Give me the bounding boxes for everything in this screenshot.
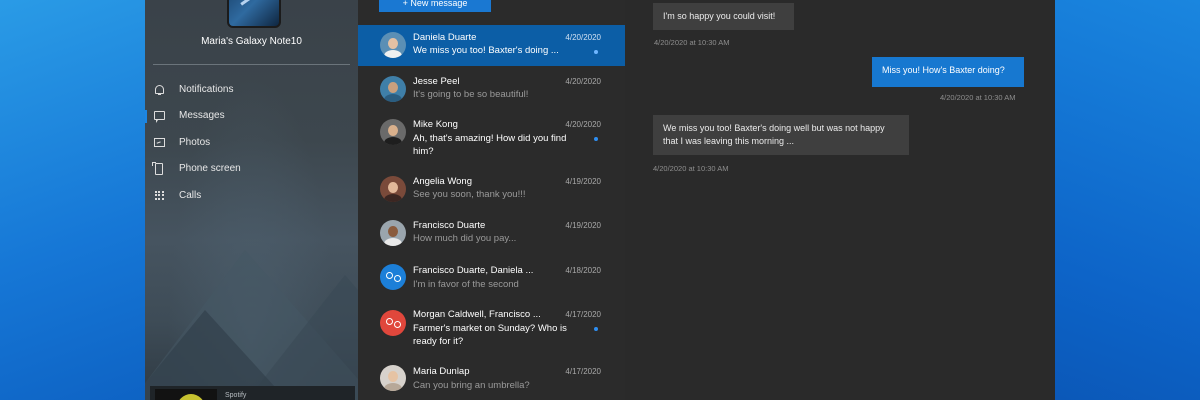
sidebar-item-label: Calls	[179, 189, 202, 201]
conversation-name: Morgan Caldwell, Francisco ...	[413, 309, 541, 320]
conversation-preview: Ah, that's amazing! How did you find him…	[413, 133, 567, 157]
conversation-date: 4/18/2020	[565, 266, 601, 275]
group-icon	[380, 310, 406, 336]
sidebar-item-messages[interactable]: Messages	[145, 103, 358, 130]
message-icon	[153, 110, 165, 124]
conversation-item[interactable]: Mike Kong 4/20/2020 Ah, that's amazing! …	[358, 113, 625, 163]
divider	[153, 64, 350, 65]
conversation-date: 4/20/2020	[565, 77, 601, 86]
avatar	[380, 76, 406, 102]
conversation-name: Angelia Wong	[413, 176, 472, 187]
conversation-item[interactable]: Francisco Duarte, Daniela ... 4/18/2020 …	[358, 259, 625, 299]
conversation-date: 4/17/2020	[565, 310, 601, 319]
conversation-item[interactable]: Daniela Duarte 4/20/2020 We miss you too…	[358, 25, 625, 66]
conversation-preview: See you soon, thank you!!!	[413, 189, 526, 200]
sidebar-item-label: Phone screen	[179, 163, 241, 175]
group-icon	[380, 264, 406, 290]
conversation-date: 4/20/2020	[565, 120, 601, 129]
unread-indicator	[594, 137, 598, 141]
conversation-item[interactable]: Maria Dunlap 4/17/2020 Can you bring an …	[358, 360, 625, 400]
unread-indicator	[594, 50, 598, 54]
photo-icon	[153, 136, 165, 148]
message-bubble-incoming: I'm so happy you could visit!	[653, 3, 794, 30]
conversation-name: Mike Kong	[413, 119, 458, 130]
dialpad-icon	[153, 189, 165, 201]
message-timestamp: 4/20/2020 at 10:30 AM	[654, 38, 730, 47]
desktop-background-left	[0, 0, 145, 400]
conversation-date: 4/19/2020	[565, 221, 601, 230]
desktop-background-right	[1055, 0, 1200, 400]
conversation-date: 4/17/2020	[565, 367, 601, 376]
conversation-preview: I'm in favor of the second	[413, 279, 519, 290]
conversation-list-panel: + New message Daniela Duarte 4/20/2020 W…	[358, 0, 625, 400]
sidebar-item-label: Notifications	[179, 83, 234, 95]
device-name: Maria's Galaxy Note10	[201, 36, 302, 47]
message-timestamp: 4/20/2020 at 10:30 AM	[653, 164, 729, 173]
group-avatar	[380, 264, 406, 290]
now-playing-app-label: Spotify	[225, 392, 247, 399]
sidebar-item-calls[interactable]: Calls	[145, 182, 358, 209]
conversation-date: 4/20/2020	[565, 33, 601, 42]
message-bubble-outgoing: Miss you! How's Baxter doing?	[872, 57, 1024, 87]
sidebar-item-photos[interactable]: Photos	[145, 129, 358, 156]
phone-screen-icon	[152, 161, 165, 175]
sidebar-item-notifications[interactable]: Notifications	[145, 76, 358, 103]
avatar	[380, 365, 406, 391]
conversation-preview: It's going to be so beautiful!	[413, 89, 529, 100]
conversation-preview: We miss you too! Baxter's doing ...	[413, 45, 559, 56]
conversation-preview: How much did you pay...	[413, 233, 517, 244]
conversation-name: Jesse Peel	[413, 76, 460, 87]
avatar	[380, 119, 406, 145]
avatar	[380, 32, 406, 58]
conversation-item[interactable]: Angelia Wong 4/19/2020 See you soon, tha…	[358, 170, 625, 210]
conversation-name: Daniela Duarte	[413, 32, 477, 43]
group-avatar	[380, 310, 406, 336]
conversation-name: Francisco Duarte, Daniela ...	[413, 265, 534, 276]
conversation-preview: Can you bring an umbrella?	[413, 380, 530, 391]
conversation-date: 4/19/2020	[565, 177, 601, 186]
conversation-item[interactable]: Francisco Duarte 4/19/2020 How much did …	[358, 214, 625, 254]
sidebar-item-label: Photos	[179, 136, 211, 148]
new-message-button[interactable]: + New message	[379, 0, 491, 12]
sidebar-item-label: Messages	[179, 110, 225, 122]
device-thumbnail-image	[227, 0, 281, 28]
avatar	[380, 176, 406, 202]
conversation-name: Francisco Duarte	[413, 220, 486, 231]
conversation-item[interactable]: Jesse Peel 4/20/2020 It's going to be so…	[358, 70, 625, 110]
avatar	[380, 220, 406, 246]
conversation-item[interactable]: Morgan Caldwell, Francisco ... 4/17/2020…	[358, 303, 625, 355]
conversation-preview: Farmer's market on Sunday? Who is ready …	[413, 323, 567, 347]
bell-icon	[153, 83, 165, 95]
message-timestamp: 4/20/2020 at 10:30 AM	[940, 93, 1016, 102]
sidebar-item-phone-screen[interactable]: Phone screen	[145, 156, 358, 183]
album-art	[155, 389, 217, 400]
your-phone-app-window: Maria's Galaxy Note10 Notifications Mess…	[145, 0, 1055, 400]
left-navigation-panel: Maria's Galaxy Note10 Notifications Mess…	[145, 0, 358, 400]
sidebar-nav: Notifications Messages Photos Phone scre…	[145, 76, 358, 209]
unread-indicator	[594, 327, 598, 331]
message-bubble-incoming: We miss you too! Baxter's doing well but…	[653, 115, 909, 155]
conversation-name: Maria Dunlap	[413, 366, 470, 377]
chat-thread-panel: I'm so happy you could visit! 4/20/2020 …	[625, 0, 1055, 400]
now-playing-card[interactable]: Spotify	[150, 386, 355, 400]
